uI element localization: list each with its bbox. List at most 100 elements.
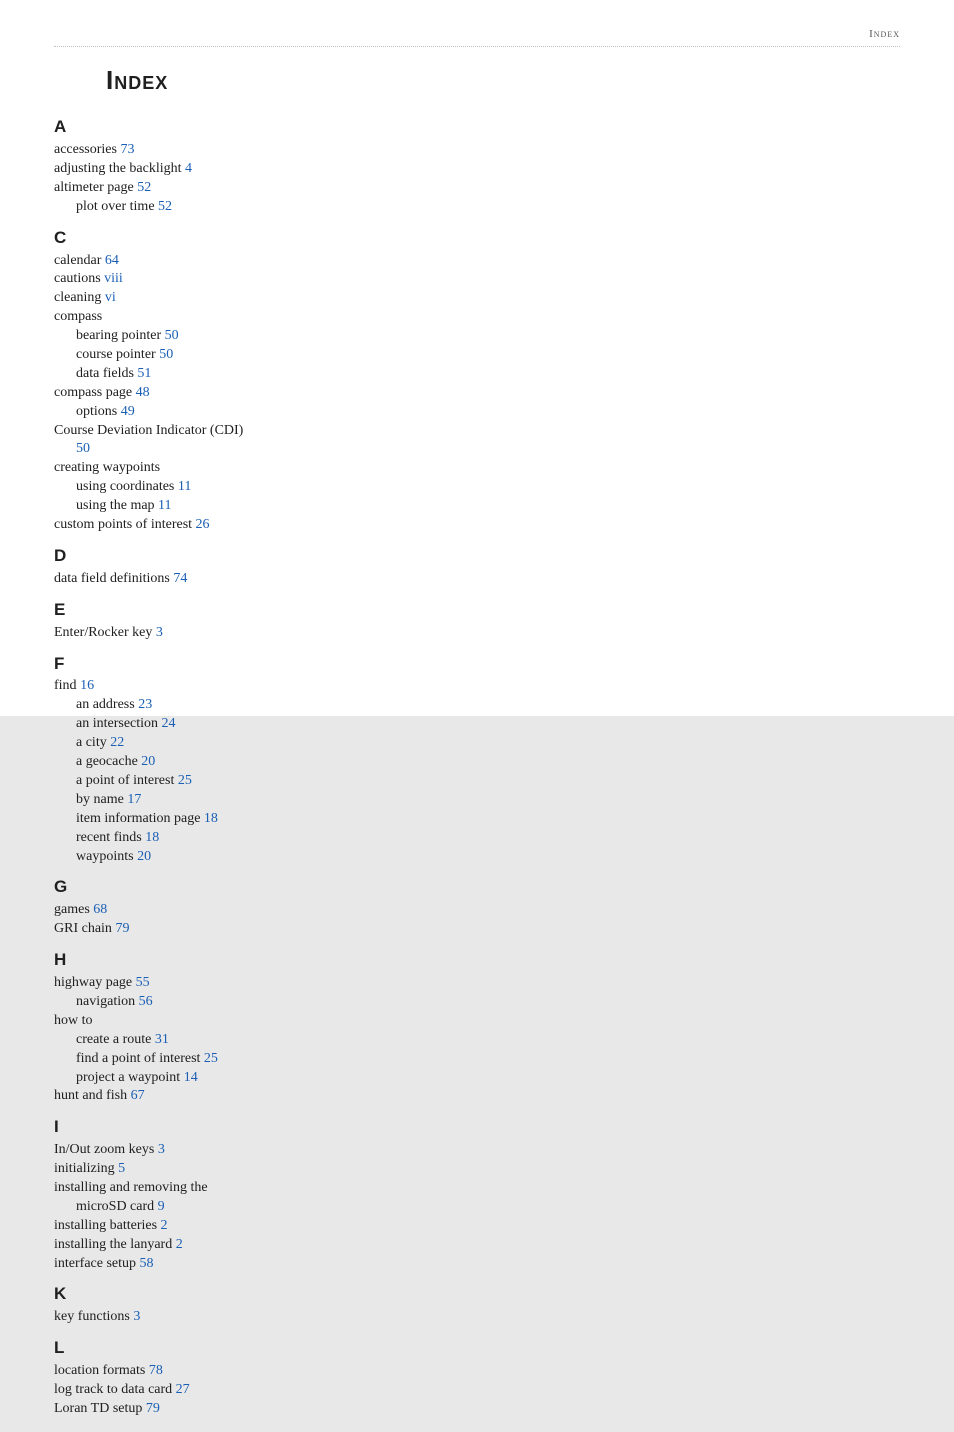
index-page-link[interactable]: 79 xyxy=(146,1401,160,1416)
index-section-letter: H xyxy=(54,949,246,972)
index-subentry: using coordinates 11 xyxy=(54,478,246,497)
index-page-link[interactable]: 20 xyxy=(141,754,155,769)
index-page-link[interactable]: 20 xyxy=(137,849,151,864)
index-subentry: an intersection 24 xyxy=(54,715,246,734)
index-page-link[interactable]: 11 xyxy=(178,479,191,494)
index-page-link[interactable]: 79 xyxy=(115,921,129,936)
index-page-link[interactable]: 3 xyxy=(156,625,163,640)
index-entry-text: cautions xyxy=(54,271,101,286)
index-entry-text: an intersection xyxy=(76,716,158,731)
index-page-link[interactable]: 16 xyxy=(80,678,94,693)
index-entry-text: interface setup xyxy=(54,1256,136,1271)
index-section-letter: G xyxy=(54,876,246,899)
index-page-link[interactable]: 73 xyxy=(120,142,134,157)
index-page-link[interactable]: 4 xyxy=(185,161,192,176)
index-entry-text: Course Deviation Indicator (CDI) xyxy=(54,423,243,438)
index-entry-text: compass page xyxy=(54,385,132,400)
index-page-link[interactable]: vi xyxy=(105,290,116,305)
index-entry: hunt and fish 67 xyxy=(54,1087,246,1106)
index-entry-text: using the map xyxy=(76,498,155,513)
index-entry-text: installing and removing the microSD card xyxy=(54,1180,208,1214)
index-entry: log track to data card 27 xyxy=(54,1381,246,1400)
index-entry-text: data fields xyxy=(76,366,134,381)
index-page-link[interactable]: 74 xyxy=(173,571,187,586)
index-page-link[interactable]: 68 xyxy=(93,902,107,917)
index-entry: interface setup 58 xyxy=(54,1255,246,1274)
index-entry: initializing 5 xyxy=(54,1160,246,1179)
index-page-link[interactable]: 50 xyxy=(159,347,173,362)
index-page-link[interactable]: 50 xyxy=(165,328,179,343)
index-entry: GRI chain 79 xyxy=(54,920,246,939)
index-entry-text: options xyxy=(76,404,117,419)
index-entry: cautions viii xyxy=(54,270,246,289)
index-page-link[interactable]: 11 xyxy=(158,498,171,513)
index-page-link[interactable]: 17 xyxy=(127,792,141,807)
index-page-link[interactable]: 23 xyxy=(138,697,152,712)
index-entry: games 68 xyxy=(54,901,246,920)
index-page-link[interactable]: 2 xyxy=(176,1237,183,1252)
index-entry: installing and removing the microSD card… xyxy=(54,1179,246,1217)
index-entry: installing the lanyard 2 xyxy=(54,1236,246,1255)
index-entry: Course Deviation Indicator (CDI) 50 xyxy=(54,422,246,460)
index-subentry: data fields 51 xyxy=(54,365,246,384)
index-page-link[interactable]: 55 xyxy=(136,975,150,990)
index-section-letter: I xyxy=(54,1116,246,1139)
index-entry-text: calendar xyxy=(54,253,101,268)
index-page-link[interactable]: 58 xyxy=(140,1256,154,1271)
index-entry: how to xyxy=(54,1012,246,1031)
index-entry-text: an address xyxy=(76,697,135,712)
index-page-link[interactable]: viii xyxy=(104,271,123,286)
index-page-link[interactable]: 78 xyxy=(149,1363,163,1378)
index-entry-text: GRI chain xyxy=(54,921,112,936)
index-page-link[interactable]: 18 xyxy=(145,830,159,845)
index-page-link[interactable]: 18 xyxy=(204,811,218,826)
index-section-letter: D xyxy=(54,545,246,568)
index-entry-text: accessories xyxy=(54,142,117,157)
index-entry-text: initializing xyxy=(54,1161,115,1176)
index-page-link[interactable]: 24 xyxy=(162,716,176,731)
index-subentry: an address 23 xyxy=(54,696,246,715)
index-page-link[interactable]: 2 xyxy=(161,1218,168,1233)
index-page-link[interactable]: 25 xyxy=(204,1051,218,1066)
index-page-link[interactable]: 14 xyxy=(184,1070,198,1085)
index-entry-text: bearing pointer xyxy=(76,328,161,343)
index-entry-text: a city xyxy=(76,735,107,750)
index-page-link[interactable]: 22 xyxy=(110,735,124,750)
index-entry-text: a geocache xyxy=(76,754,138,769)
index-entry-text: recent finds xyxy=(76,830,142,845)
index-section-letter: L xyxy=(54,1337,246,1360)
index-page-link[interactable]: 3 xyxy=(158,1142,165,1157)
index-page-link[interactable]: 56 xyxy=(139,994,153,1009)
index-page-link[interactable]: 64 xyxy=(105,253,119,268)
index-entry: adjusting the backlight 4 xyxy=(54,160,246,179)
index-page-link[interactable]: 48 xyxy=(136,385,150,400)
index-entry: Loran TD setup 79 xyxy=(54,1400,246,1419)
index-page-link[interactable]: 52 xyxy=(158,199,172,214)
index-entry: key functions 3 xyxy=(54,1308,246,1327)
index-page-link[interactable]: 9 xyxy=(158,1199,165,1214)
index-entry-text: hunt and fish xyxy=(54,1088,127,1103)
index-entry-text: create a route xyxy=(76,1032,151,1047)
index-entry: highway page 55 xyxy=(54,974,246,993)
index-entry-text: by name xyxy=(76,792,124,807)
index-page-link[interactable]: 25 xyxy=(178,773,192,788)
index-entry-text: data field definitions xyxy=(54,571,170,586)
index-entry: location formats 78 xyxy=(54,1362,246,1381)
index-page-link[interactable]: 31 xyxy=(155,1032,169,1047)
index-entry: accessories 73 xyxy=(54,141,246,160)
index-page-link[interactable]: 50 xyxy=(76,441,90,456)
index-page-link[interactable]: 3 xyxy=(133,1309,140,1324)
index-entry: compass page 48 xyxy=(54,384,246,403)
index-page-link[interactable]: 26 xyxy=(196,517,210,532)
index-entry: compass xyxy=(54,308,246,327)
index-entry: creating waypoints xyxy=(54,459,246,478)
index-entry-text: item information page xyxy=(76,811,200,826)
index-page-link[interactable]: 67 xyxy=(131,1088,145,1103)
index-page-link[interactable]: 5 xyxy=(118,1161,125,1176)
index-page-link[interactable]: 51 xyxy=(137,366,151,381)
index-page-link[interactable]: 27 xyxy=(176,1382,190,1397)
index-entry-text: Loran TD setup xyxy=(54,1401,142,1416)
index-entry-text: installing the lanyard xyxy=(54,1237,172,1252)
index-page-link[interactable]: 52 xyxy=(137,180,151,195)
index-page-link[interactable]: 49 xyxy=(121,404,135,419)
